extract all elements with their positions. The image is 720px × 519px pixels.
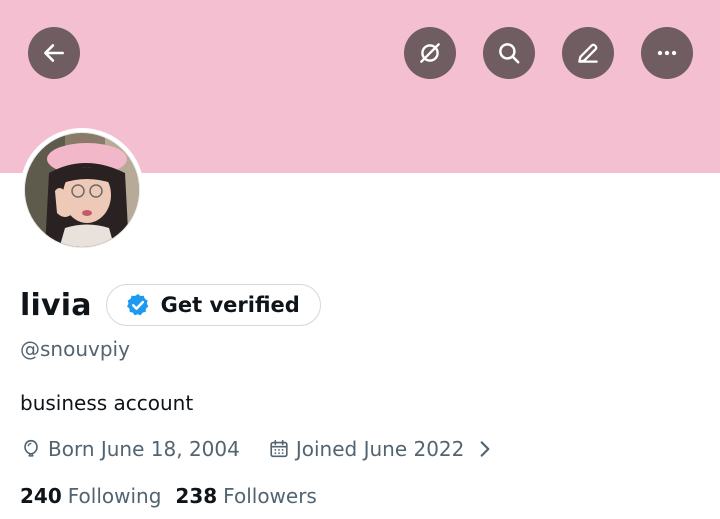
search-button[interactable] xyxy=(483,27,535,79)
calendar-icon xyxy=(270,439,288,458)
birthday-item: Born June 18, 2004 xyxy=(20,437,240,461)
followers-link[interactable]: 238 Followers xyxy=(175,484,316,508)
following-link[interactable]: 240 Following xyxy=(20,484,161,508)
balloon-icon xyxy=(24,439,38,457)
joined-text: Joined June 2022 xyxy=(295,437,465,461)
back-button[interactable] xyxy=(28,27,80,79)
grok-button[interactable] xyxy=(404,27,456,79)
chevron-right-icon xyxy=(480,441,490,457)
avatar-image xyxy=(24,132,140,248)
search-icon xyxy=(499,43,520,64)
edit-pencil-icon xyxy=(578,43,598,63)
display-name: livia xyxy=(20,287,92,323)
edit-button[interactable] xyxy=(562,27,614,79)
birthday-text: Born June 18, 2004 xyxy=(48,437,240,461)
get-verified-label: Get verified xyxy=(160,293,300,317)
back-arrow-icon xyxy=(44,44,64,62)
get-verified-button[interactable]: Get verified xyxy=(105,284,321,326)
bio-text: business account xyxy=(20,391,194,415)
more-button[interactable] xyxy=(641,27,693,79)
following-label: Following xyxy=(67,484,162,508)
following-count: 240 xyxy=(20,484,62,508)
joined-item[interactable]: Joined June 2022 xyxy=(268,437,503,461)
avatar[interactable] xyxy=(20,128,144,252)
circle-slash-icon xyxy=(420,43,440,63)
verified-badge-icon xyxy=(126,293,148,316)
followers-label: Followers xyxy=(223,484,317,508)
more-dots-icon xyxy=(657,50,677,56)
followers-count: 238 xyxy=(175,484,218,508)
user-handle: @snouvpiy xyxy=(20,337,130,361)
